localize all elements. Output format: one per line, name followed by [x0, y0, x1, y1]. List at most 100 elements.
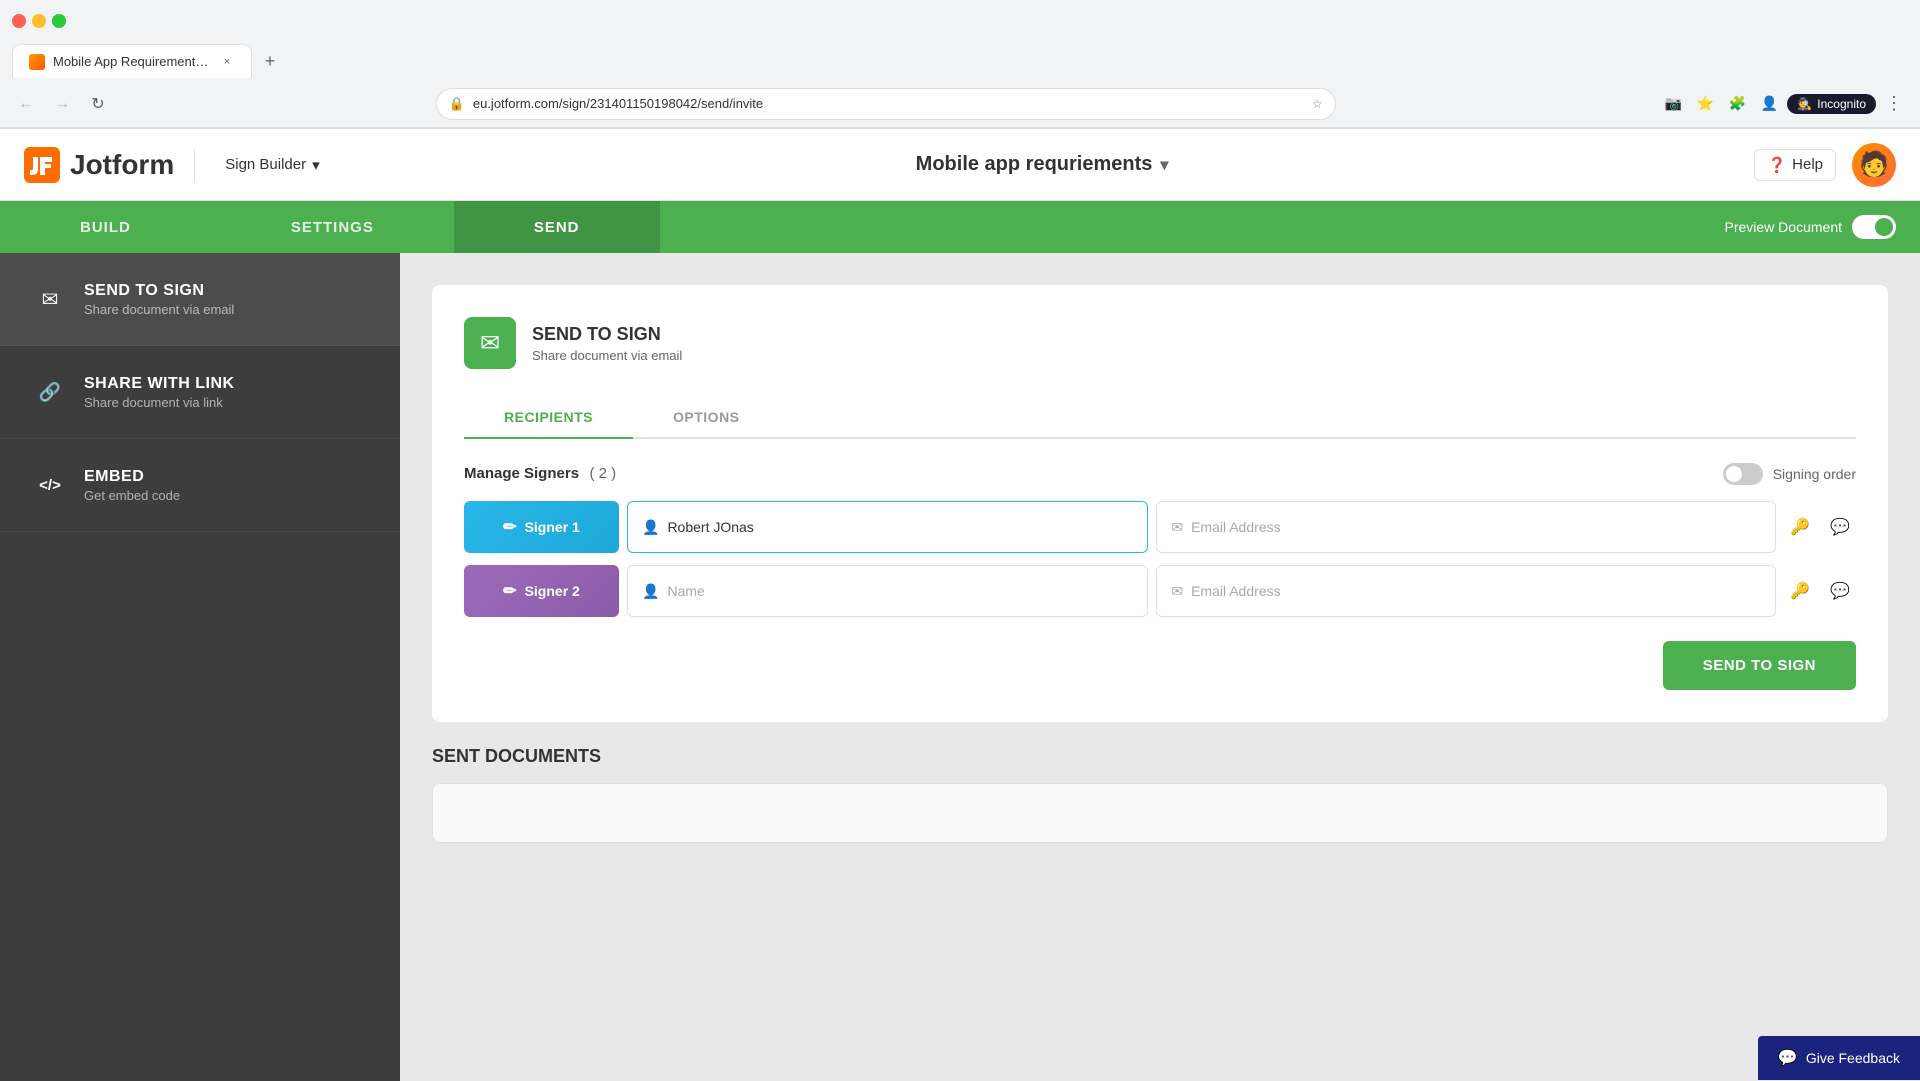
reload-btn[interactable]: ↻ [84, 90, 112, 118]
minimize-window-btn[interactable] [32, 14, 46, 28]
signer-2-email-field[interactable] [1191, 583, 1761, 599]
signer-2-row: ✏ Signer 2 👤 ✉ 🔑 💬 [464, 565, 1856, 617]
header-actions: ❓ Help 🧑 [1754, 143, 1896, 187]
panel-title: SEND TO SIGN [532, 324, 682, 345]
signer-1-row: ✏ Signer 1 👤 ✉ 🔑 💬 [464, 501, 1856, 553]
bookmark-icon[interactable]: ⭐ [1691, 90, 1719, 118]
sidebar-text-send: SEND TO SIGN Share document via email [84, 282, 234, 317]
nav-bar: ← → ↻ 🔒 eu.jotform.com/sign/231401150198… [0, 80, 1920, 128]
signer-1-name-input[interactable]: 👤 [627, 501, 1148, 553]
signing-order-toggle[interactable] [1723, 463, 1763, 485]
sidebar-item-embed[interactable]: </> EMBED Get embed code [0, 439, 400, 532]
sidebar-subtitle-embed: Get embed code [84, 488, 180, 503]
signer-1-label[interactable]: ✏ Signer 1 [464, 501, 619, 553]
tab-bar: Mobile App Requirements - Cop × + [0, 42, 1920, 80]
panel-icon: ✉ [464, 317, 516, 369]
signer-1-email-input[interactable]: ✉ [1156, 501, 1776, 553]
sidebar-title-send: SEND TO SIGN [84, 282, 234, 300]
tab-close-btn[interactable]: × [219, 54, 235, 70]
tab-build[interactable]: BUILD [0, 201, 211, 253]
preview-toggle-switch[interactable] [1852, 215, 1896, 239]
signer-2-icon: ✏ [503, 581, 516, 601]
browser-tab-active[interactable]: Mobile App Requirements - Cop × [12, 44, 252, 78]
signing-order-label: Signing order [1773, 466, 1856, 482]
signer-2-label[interactable]: ✏ Signer 2 [464, 565, 619, 617]
window-controls [12, 14, 66, 28]
logo-text: Jotform [70, 149, 174, 181]
tab-options[interactable]: OPTIONS [633, 397, 780, 437]
person-icon-1: 👤 [642, 519, 659, 536]
sidebar-item-share-with-link[interactable]: 🔗 SHARE WITH LINK Share document via lin… [0, 346, 400, 439]
incognito-badge: 🕵 Incognito [1787, 94, 1876, 114]
avatar[interactable]: 🧑 [1852, 143, 1896, 187]
signer-1-email-field[interactable] [1191, 519, 1761, 535]
url-text: eu.jotform.com/sign/231401150198042/send… [473, 96, 1304, 111]
signer-1-key-btn[interactable]: 🔑 [1784, 511, 1816, 543]
sidebar-subtitle-share: Share document via link [84, 395, 235, 410]
tab-title: Mobile App Requirements - Cop [53, 54, 211, 69]
jotform-logo-icon [24, 147, 60, 183]
tab-settings[interactable]: SETTINGS [211, 201, 454, 253]
close-window-btn[interactable] [12, 14, 26, 28]
signers-title: Manage Signers [464, 465, 579, 482]
tab-send[interactable]: SEND [454, 201, 660, 253]
signer-2-name-input[interactable]: 👤 [627, 565, 1148, 617]
sign-builder-label: Sign Builder [225, 156, 306, 173]
sent-docs-table [432, 783, 1888, 843]
sidebar: ✉ SEND TO SIGN Share document via email … [0, 253, 400, 1081]
help-label: Help [1792, 156, 1823, 173]
tab-recipients[interactable]: RECIPIENTS [464, 397, 633, 437]
signer-1-actions: 🔑 💬 [1784, 511, 1856, 543]
signer-1-name-field[interactable] [667, 519, 1133, 535]
sign-builder-btn[interactable]: Sign Builder ▾ [215, 150, 329, 180]
panel-subtitle: Share document via email [532, 348, 682, 363]
signer-2-email-input[interactable]: ✉ [1156, 565, 1776, 617]
sidebar-item-send-to-sign[interactable]: ✉ SEND TO SIGN Share document via email [0, 253, 400, 346]
maximize-window-btn[interactable] [52, 14, 66, 28]
profile-icon[interactable]: 👤 [1755, 90, 1783, 118]
logo: Jotform [24, 147, 174, 183]
help-circle-icon: ❓ [1767, 156, 1786, 174]
signer-1-message-btn[interactable]: 💬 [1824, 511, 1856, 543]
doc-title[interactable]: Mobile app requriements ▾ [916, 153, 1169, 176]
header-center: Mobile app requriements ▾ [330, 153, 1755, 176]
send-actions: SEND TO SIGN [464, 641, 1856, 690]
table-placeholder [432, 783, 1888, 843]
lock-icon: 🔒 [449, 96, 465, 112]
star-icon[interactable]: ☆ [1312, 97, 1323, 111]
email-icon-1: ✉ [1171, 519, 1183, 536]
embed-icon: </> [32, 467, 68, 503]
doc-title-chevron-icon: ▾ [1160, 155, 1168, 175]
signers-header: Manage Signers ( 2 ) Signing order [464, 463, 1856, 485]
send-to-sign-btn[interactable]: SEND TO SIGN [1663, 641, 1856, 690]
feedback-icon: 💬 [1778, 1048, 1798, 1068]
signer-1-icon: ✏ [503, 517, 516, 537]
address-bar[interactable]: 🔒 eu.jotform.com/sign/231401150198042/se… [436, 88, 1336, 120]
app-header: Jotform Sign Builder ▾ Mobile app requri… [0, 129, 1920, 201]
back-btn[interactable]: ← [12, 90, 40, 118]
new-tab-btn[interactable]: + [256, 47, 284, 75]
doc-title-text: Mobile app requriements [916, 153, 1153, 176]
menu-btn[interactable]: ⋮ [1880, 90, 1908, 118]
signer-2-name-field[interactable] [667, 583, 1133, 599]
email-icon-2: ✉ [1171, 583, 1183, 600]
panel-tab-nav: RECIPIENTS OPTIONS [464, 397, 1856, 439]
signer-2-key-btn[interactable]: 🔑 [1784, 575, 1816, 607]
panel-header-text: SEND TO SIGN Share document via email [532, 324, 682, 363]
avatar-image: 🧑 [1859, 150, 1889, 179]
signing-order-area: Signing order [1723, 463, 1856, 485]
signer-2-message-btn[interactable]: 💬 [1824, 575, 1856, 607]
signer-2-label-text: Signer 2 [525, 583, 580, 599]
give-feedback-btn[interactable]: 💬 Give Feedback [1758, 1036, 1920, 1080]
content-area: ✉ SEND TO SIGN Share document via email … [400, 253, 1920, 1081]
nav-actions: 📷 ⭐ 🧩 👤 🕵 Incognito ⋮ [1659, 90, 1908, 118]
forward-btn[interactable]: → [48, 90, 76, 118]
header-divider [194, 149, 195, 181]
signers-title-area: Manage Signers ( 2 ) [464, 465, 616, 483]
sidebar-title-embed: EMBED [84, 468, 180, 486]
extensions-icon[interactable]: 🧩 [1723, 90, 1751, 118]
signer-2-actions: 🔑 💬 [1784, 575, 1856, 607]
camera-icon[interactable]: 📷 [1659, 90, 1687, 118]
sent-docs-title: SENT DOCUMENTS [432, 746, 1888, 767]
help-btn[interactable]: ❓ Help [1754, 149, 1836, 181]
